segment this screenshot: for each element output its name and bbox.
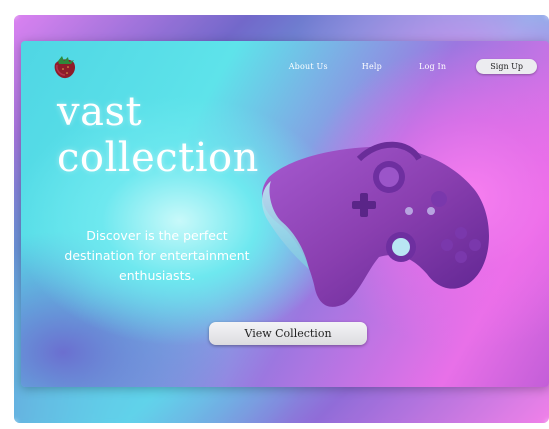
landing-page: About Us Help Log In Sign Up vast collec…: [21, 41, 549, 387]
hero-title-line-2: collection: [57, 135, 259, 181]
nav-login-link[interactable]: Log In: [419, 62, 446, 71]
hero-description: Discover is the perfect destination for …: [64, 228, 250, 283]
strawberry-logo-icon[interactable]: [51, 54, 79, 80]
nav-help-link[interactable]: Help: [362, 62, 382, 71]
sign-up-button[interactable]: Sign Up: [476, 59, 537, 74]
top-navigation: About Us Help Log In Sign Up: [289, 59, 537, 74]
hero-title: vast collection: [57, 89, 259, 181]
nav-about-us-link[interactable]: About Us: [289, 62, 328, 71]
game-controller-icon: [262, 141, 489, 307]
hero-title-line-1: vast: [57, 89, 143, 135]
